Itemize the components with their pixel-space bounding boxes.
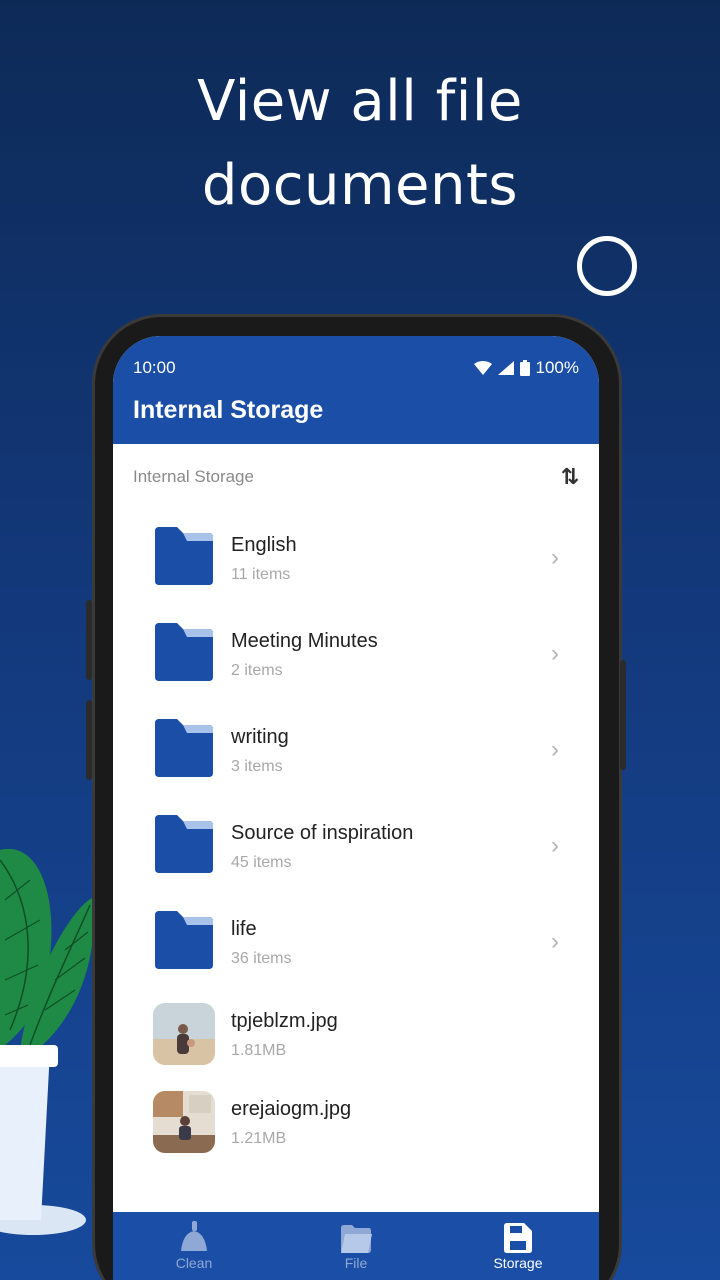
chevron-right-icon: ›	[551, 736, 559, 763]
item-name: life	[231, 918, 257, 940]
folder-row[interactable]: Source of inspiration 45 items ›	[113, 798, 599, 894]
chevron-right-icon: ›	[551, 544, 559, 571]
nav-item-storage[interactable]: Storage	[458, 1221, 578, 1271]
status-time: 10:00	[133, 358, 176, 377]
item-detail: 2 items	[231, 662, 283, 679]
image-thumbnail	[153, 1003, 215, 1065]
nav-label: Clean	[175, 1255, 213, 1271]
item-name: Source of inspiration	[231, 822, 414, 844]
app-title: Internal Storage	[133, 396, 324, 424]
file-row[interactable]: tpjeblzm.jpg 1.81MB	[113, 990, 599, 1078]
folder-row[interactable]: Meeting Minutes 2 items ›	[113, 606, 599, 702]
row-text: English 11 items	[231, 532, 297, 584]
promo-headline: View all file documents	[0, 60, 720, 228]
app-bar: 10:00 100% Internal Storage	[113, 336, 599, 444]
nav-label: File	[344, 1255, 368, 1271]
folder-icon	[153, 623, 215, 685]
folder-icon	[153, 719, 215, 781]
phone-volume-button	[86, 600, 92, 680]
nav-item-clean[interactable]: Clean	[134, 1221, 254, 1271]
row-text: life 36 items	[231, 916, 291, 968]
nav-item-file[interactable]: File	[296, 1221, 416, 1271]
folder-icon	[153, 527, 215, 589]
path-bar: Internal Storage ⇅	[113, 444, 599, 510]
item-detail: 11 items	[231, 566, 291, 583]
status-bar: 10:00 100%	[133, 356, 579, 380]
file-list: English 11 items › Meeting Minutes 2 ite…	[113, 510, 599, 1166]
item-detail: 45 items	[231, 854, 292, 871]
folder-row[interactable]: writing 3 items ›	[113, 702, 599, 798]
nav-label: Storage	[493, 1255, 543, 1271]
item-detail: 1.21MB	[231, 1130, 287, 1147]
sd-card-icon	[504, 1221, 532, 1253]
item-name: tpjeblzm.jpg	[231, 1010, 338, 1032]
row-text: writing 3 items	[231, 724, 289, 776]
chevron-right-icon: ›	[551, 640, 559, 667]
item-detail: 1.81MB	[231, 1042, 287, 1059]
broom-icon	[177, 1221, 211, 1253]
item-name: English	[231, 534, 297, 556]
item-detail: 3 items	[231, 758, 283, 775]
breadcrumb: Internal Storage	[133, 467, 254, 486]
item-detail: 36 items	[231, 950, 292, 967]
row-text: Source of inspiration 45 items	[231, 820, 413, 872]
folder-icon	[153, 815, 215, 877]
status-icons: 100%	[473, 358, 579, 378]
folder-row[interactable]: English 11 items ›	[113, 510, 599, 606]
chevron-right-icon: ›	[551, 928, 559, 955]
headline-line-1: View all file	[197, 69, 523, 134]
item-name: erejaiogm.jpg	[231, 1098, 352, 1120]
row-text: Meeting Minutes 2 items	[231, 628, 378, 680]
phone-volume-button	[86, 700, 92, 780]
battery-icon	[519, 360, 530, 376]
phone-screen: 10:00 100% Internal Storage Internal Sto…	[113, 336, 599, 1280]
sort-icon[interactable]: ⇅	[561, 464, 579, 490]
item-name: writing	[231, 726, 289, 748]
chevron-right-icon: ›	[551, 832, 559, 859]
plant-pot-rim	[0, 1045, 58, 1067]
row-text: tpjeblzm.jpg 1.81MB	[231, 1008, 338, 1060]
headline-line-2: documents	[201, 153, 519, 218]
item-name: Meeting Minutes	[231, 630, 378, 652]
image-thumbnail	[153, 1091, 215, 1153]
wifi-icon	[473, 361, 492, 375]
battery-percent: 100%	[535, 358, 579, 377]
folder-icon	[153, 911, 215, 973]
bottom-navigation: Clean File Storage	[113, 1212, 599, 1280]
phone-power-button	[620, 660, 626, 770]
signal-icon	[497, 361, 514, 375]
row-text: erejaiogm.jpg 1.21MB	[231, 1096, 351, 1148]
file-row[interactable]: erejaiogm.jpg 1.21MB	[113, 1078, 599, 1166]
folder-icon	[339, 1221, 373, 1253]
folder-row[interactable]: life 36 items ›	[113, 894, 599, 990]
decorative-circle	[577, 236, 637, 296]
